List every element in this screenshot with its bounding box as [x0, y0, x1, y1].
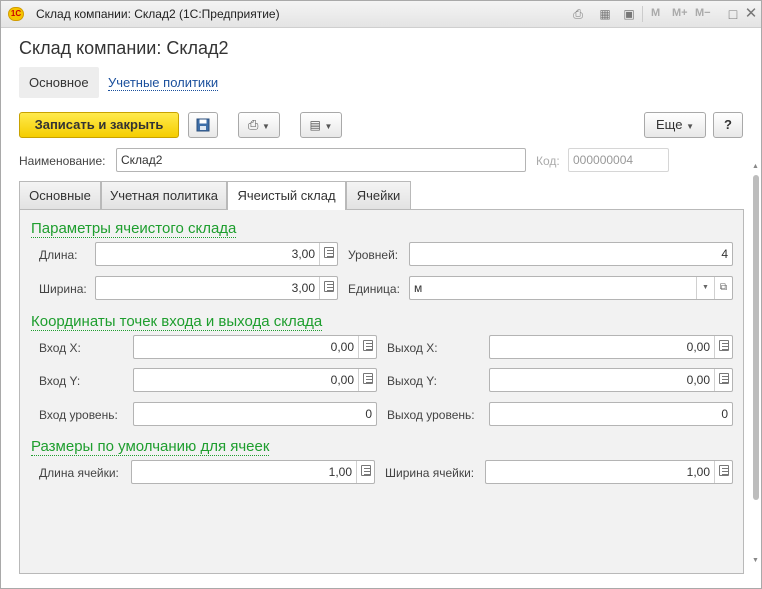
more-button[interactable]: Еще ▼ [644, 112, 706, 138]
out-x-field[interactable]: 0,00 [489, 335, 733, 359]
calculator-icon[interactable] [358, 336, 376, 358]
app-window: 1С Склад компании: Склад2 (1С:Предприяти… [0, 0, 762, 589]
scroll-down-icon[interactable]: ▼ [752, 557, 759, 564]
out-y-field[interactable]: 0,00 [489, 368, 733, 392]
calculator-icon[interactable] [714, 369, 732, 391]
length-label: Длина: [39, 248, 78, 262]
scroll-up-icon[interactable]: ▲ [752, 163, 759, 170]
cell-length-field[interactable]: 1,00 [131, 460, 375, 484]
calculator-icon[interactable] [714, 461, 732, 483]
levels-label: Уровней: [348, 248, 399, 262]
section-defaults-title[interactable]: Размеры по умолчанию для ячеек [31, 438, 270, 456]
in-x-field[interactable]: 0,00 [133, 335, 377, 359]
print-icon: ⎙ [248, 117, 259, 132]
length-value: 3,00 [291, 247, 315, 261]
chevron-down-icon: ▼ [324, 122, 333, 131]
unit-select[interactable]: м ▼ ⧉ [409, 276, 733, 300]
more-label: Еще [656, 117, 683, 132]
report-menu-button[interactable]: ▤ ▼ [300, 112, 342, 138]
levels-value: 4 [721, 247, 728, 261]
code-field[interactable]: 000000004 [568, 148, 669, 172]
chevron-down-icon[interactable]: ▼ [696, 277, 714, 299]
toolbar-separator [642, 6, 643, 22]
print-icon[interactable]: ⎙ [570, 6, 586, 22]
length-field[interactable]: 3,00 [95, 242, 338, 266]
out-level-label: Выход уровень: [387, 408, 475, 422]
save-icon [196, 118, 210, 132]
form-title: Склад компании: Склад2 [19, 38, 229, 58]
name-field[interactable]: Склад2 [116, 148, 526, 172]
scroll-thumb[interactable] [753, 175, 759, 500]
close-icon[interactable]: ✕ [743, 6, 759, 22]
save-button[interactable] [188, 112, 218, 138]
out-level-value: 0 [721, 407, 728, 421]
calculator-icon[interactable] [714, 336, 732, 358]
scrollbar[interactable]: ▲ ▼ [751, 163, 761, 575]
in-y-value: 0,00 [330, 373, 354, 387]
calendar-icon[interactable]: ▣ [621, 6, 637, 22]
save-close-button[interactable]: Записать и закрыть [19, 112, 179, 138]
in-y-field[interactable]: 0,00 [133, 368, 377, 392]
width-label: Ширина: [39, 282, 87, 296]
in-level-value: 0 [365, 407, 372, 421]
report-icon: ▤ [309, 118, 321, 132]
out-y-label: Выход Y: [387, 374, 437, 388]
code-label: Код: [536, 154, 560, 168]
width-value: 3,00 [291, 281, 315, 295]
cell-width-label: Ширина ячейки: [385, 466, 475, 480]
window-title: Склад компании: Склад2 (1С:Предприятие) [36, 7, 280, 21]
out-level-field[interactable]: 0 [489, 402, 733, 426]
app-logo-icon: 1С [8, 7, 24, 21]
help-button[interactable]: ? [713, 112, 743, 138]
calculator-icon[interactable] [319, 277, 337, 299]
code-value: 000000004 [573, 153, 634, 167]
in-level-field[interactable]: 0 [133, 402, 377, 426]
section-coords-title[interactable]: Координаты точек входа и выхода склада [31, 313, 323, 331]
calculator-icon[interactable] [319, 243, 337, 265]
out-x-value: 0,00 [686, 340, 710, 354]
width-field[interactable]: 3,00 [95, 276, 338, 300]
levels-field[interactable]: 4 [409, 242, 733, 266]
nav-policies-label: Учетные политики [108, 75, 219, 91]
out-x-label: Выход X: [387, 341, 438, 355]
open-icon[interactable]: ⧉ [714, 277, 732, 299]
out-y-value: 0,00 [686, 373, 710, 387]
cell-width-value: 1,00 [686, 465, 710, 479]
memory-minus-button[interactable]: M− [695, 7, 711, 19]
spreadsheet-icon[interactable]: ▦ [597, 6, 613, 22]
in-level-label: Вход уровень: [39, 408, 118, 422]
calculator-icon[interactable] [358, 369, 376, 391]
print-menu-button[interactable]: ⎙ ▼ [238, 112, 280, 138]
chevron-down-icon: ▼ [686, 122, 694, 131]
maximize-icon[interactable]: □ [725, 6, 741, 22]
nav-main[interactable]: Основное [19, 67, 99, 98]
tab-cell-warehouse[interactable]: Ячеистый склад [227, 181, 346, 210]
chevron-down-icon: ▼ [262, 122, 270, 131]
memory-plus-button[interactable]: M+ [672, 7, 688, 19]
name-value: Склад2 [121, 153, 163, 167]
calculator-icon[interactable] [356, 461, 374, 483]
in-x-label: Вход X: [39, 341, 81, 355]
tab-accounting-policy[interactable]: Учетная политика [101, 181, 227, 209]
cell-length-value: 1,00 [328, 465, 352, 479]
tab-cells[interactable]: Ячейки [346, 181, 411, 209]
cell-width-field[interactable]: 1,00 [485, 460, 733, 484]
in-x-value: 0,00 [330, 340, 354, 354]
section-params-title[interactable]: Параметры ячеистого склада [31, 220, 237, 238]
memory-button[interactable]: M [651, 7, 660, 19]
unit-value: м [414, 281, 423, 295]
title-bar: 1С Склад компании: Склад2 (1С:Предприяти… [1, 1, 761, 28]
name-label: Наименование: [19, 154, 106, 168]
unit-label: Единица: [348, 282, 400, 296]
cell-length-label: Длина ячейки: [39, 466, 119, 480]
in-y-label: Вход Y: [39, 374, 81, 388]
nav-policies[interactable]: Учетные политики [98, 67, 228, 98]
tab-main[interactable]: Основные [19, 181, 101, 209]
